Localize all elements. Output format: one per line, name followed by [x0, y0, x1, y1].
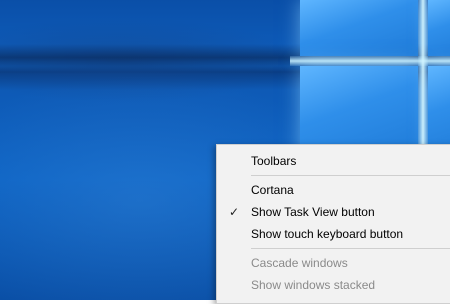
- menu-item-show-touch-keyboard-button[interactable]: Show touch keyboard button: [217, 223, 450, 245]
- menu-item-label: Cortana: [251, 183, 294, 197]
- menu-item-label: Toolbars: [251, 154, 297, 168]
- menu-separator: [251, 175, 450, 176]
- menu-item-cortana[interactable]: Cortana: [217, 179, 450, 201]
- menu-item-cascade-windows: Cascade windows: [217, 252, 450, 274]
- menu-item-label: Show Task View button: [251, 205, 375, 219]
- menu-separator: [251, 248, 450, 249]
- menu-item-toolbars[interactable]: Toolbars: [217, 150, 450, 172]
- windows-logo-pane: [428, 0, 450, 56]
- windows-logo-pane: [300, 66, 418, 156]
- menu-item-label: Show windows stacked: [251, 278, 376, 292]
- menu-item-label: Cascade windows: [251, 256, 348, 270]
- menu-item-show-windows-stacked: Show windows stacked: [217, 274, 450, 296]
- windows-logo-pane: [300, 0, 418, 56]
- windows-logo-pane: [428, 66, 450, 156]
- menu-item-label: Show touch keyboard button: [251, 227, 404, 241]
- checkmark-icon: ✓: [229, 205, 240, 219]
- menu-item-show-task-view-button[interactable]: ✓ Show Task View button: [217, 201, 450, 223]
- taskbar-context-menu: Toolbars Cortana ✓ Show Task View button…: [216, 144, 450, 304]
